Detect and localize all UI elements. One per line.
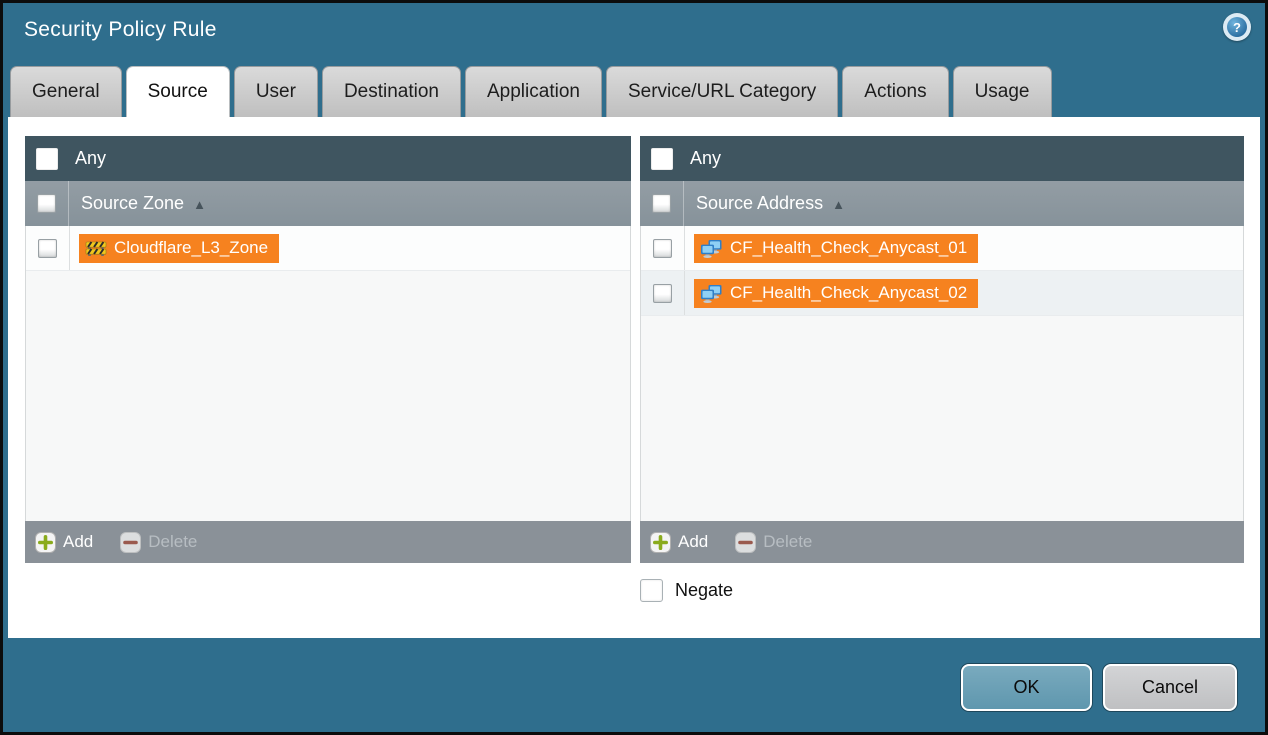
chip-label: CF_Health_Check_Anycast_01 [730,238,967,258]
any-label: Any [690,148,721,169]
any-checkbox[interactable] [36,148,58,170]
select-all-cell [25,181,69,226]
ok-button[interactable]: OK [961,664,1092,711]
dialog-title: Security Policy Rule [24,18,217,42]
delete-button[interactable]: Delete [120,532,197,553]
column-title: Source Zone [81,193,184,214]
source-address-column-header[interactable]: Source Address ▲ [640,181,1244,226]
sort-asc-icon[interactable]: ▲ [193,197,206,212]
question-mark-glyph: ? [1227,17,1247,37]
row-checkbox[interactable] [38,239,57,258]
table-row: CF_Health_Check_Anycast_01 [641,226,1243,271]
select-all-checkbox[interactable] [652,194,671,213]
sort-asc-icon[interactable]: ▲ [832,197,845,212]
address-icon [700,284,723,303]
add-icon [650,532,671,553]
delete-label: Delete [763,532,812,552]
source-address-any-header: Any [640,136,1244,181]
column-title: Source Address [696,193,823,214]
address-chip[interactable]: CF_Health_Check_Anycast_01 [694,234,978,263]
tab-actions[interactable]: Actions [842,66,948,117]
source-address-list: CF_Health_Check_Anycast_01 [640,226,1244,521]
add-button[interactable]: Add [35,532,93,553]
any-label: Any [75,148,106,169]
tab-user[interactable]: User [234,66,318,117]
source-address-toolbar: Add Delete [640,521,1244,563]
row-checkbox-cell [641,226,685,270]
select-all-cell [640,181,684,226]
chip-label: Cloudflare_L3_Zone [114,238,268,258]
tab-service-url-category[interactable]: Service/URL Category [606,66,838,117]
tab-usage[interactable]: Usage [953,66,1052,117]
delete-icon [735,532,756,553]
tab-bar: General Source User Destination Applicat… [10,66,1052,117]
table-row: CF_Health_Check_Anycast_02 [641,271,1243,316]
address-icon [700,239,723,258]
negate-checkbox[interactable] [640,579,663,602]
cancel-button[interactable]: Cancel [1103,664,1237,711]
help-icon[interactable]: ? [1223,13,1251,41]
tab-general[interactable]: General [10,66,122,117]
tab-application[interactable]: Application [465,66,602,117]
add-icon [35,532,56,553]
row-checkbox-cell [26,226,70,270]
source-zone-panel: Any Source Zone ▲ [25,136,631,563]
source-zone-list: Cloudflare_L3_Zone [25,226,631,521]
chip-label: CF_Health_Check_Anycast_02 [730,283,967,303]
tab-source[interactable]: Source [126,66,230,117]
address-chip[interactable]: CF_Health_Check_Anycast_02 [694,279,978,308]
delete-label: Delete [148,532,197,552]
negate-label: Negate [675,580,733,601]
any-checkbox[interactable] [651,148,673,170]
tab-content-area: Any Source Zone ▲ [8,117,1260,638]
source-zone-any-header: Any [25,136,631,181]
delete-button[interactable]: Delete [735,532,812,553]
zone-icon [85,240,107,257]
row-checkbox[interactable] [653,239,672,258]
delete-icon [120,532,141,553]
zone-chip[interactable]: Cloudflare_L3_Zone [79,234,279,263]
tab-destination[interactable]: Destination [322,66,461,117]
add-label: Add [63,532,93,552]
source-address-panel: Any Source Address ▲ [640,136,1244,563]
source-zone-toolbar: Add Delete [25,521,631,563]
table-row: Cloudflare_L3_Zone [26,226,630,271]
negate-field: Negate [640,579,733,602]
row-checkbox-cell [641,271,685,315]
security-policy-rule-dialog: Security Policy Rule ? General Source Us… [0,0,1268,735]
row-checkbox[interactable] [653,284,672,303]
add-label: Add [678,532,708,552]
select-all-checkbox[interactable] [37,194,56,213]
source-zone-column-header[interactable]: Source Zone ▲ [25,181,631,226]
add-button[interactable]: Add [650,532,708,553]
